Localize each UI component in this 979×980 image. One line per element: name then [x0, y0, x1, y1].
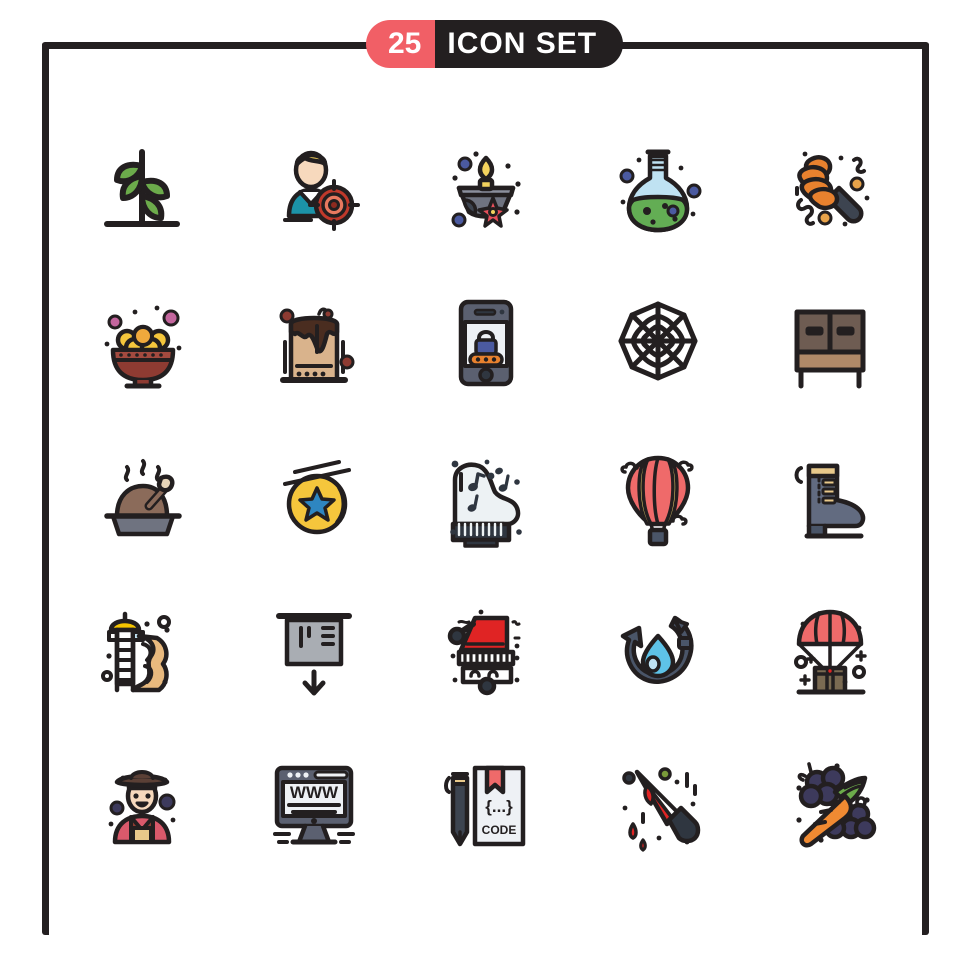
icon-cell-20[interactable] — [744, 572, 916, 726]
page-title: ICON SET — [435, 20, 624, 68]
icon-grid: WWW {...} CODE — [56, 110, 916, 880]
icon-cell-14[interactable] — [572, 418, 744, 572]
sweets-bowl-icon — [104, 305, 182, 389]
header-badge: 25 ICON SET — [366, 20, 624, 68]
icon-cell-23[interactable]: {...} CODE — [400, 726, 572, 880]
icon-cell-25[interactable] — [744, 726, 916, 880]
parachute-delivery-icon — [794, 609, 867, 695]
boot-icon — [794, 463, 866, 539]
bloody-knife-icon — [622, 767, 701, 852]
water-recycle-icon — [620, 615, 694, 684]
icon-cell-13[interactable] — [400, 418, 572, 572]
chemistry-flask-icon — [619, 149, 702, 233]
icon-count: 25 — [366, 20, 436, 68]
roast-turkey-icon — [104, 459, 182, 537]
icon-cell-7[interactable] — [228, 264, 400, 418]
icon-cell-22[interactable]: WWW — [228, 726, 400, 880]
icon-cell-1[interactable] — [56, 110, 228, 264]
star-coin-icon — [283, 460, 351, 535]
farmer-icon — [108, 770, 176, 845]
icon-cell-11[interactable] — [56, 418, 228, 572]
hot-air-balloon-icon — [620, 455, 694, 547]
icon-cell-16[interactable] — [56, 572, 228, 726]
honey-dipper-icon — [795, 151, 870, 227]
icon-cell-12[interactable] — [228, 418, 400, 572]
code-label-text: CODE — [482, 823, 517, 837]
playground-slide-icon — [101, 611, 171, 693]
icon-cell-24[interactable] — [572, 726, 744, 880]
icon-cell-19[interactable] — [572, 572, 744, 726]
cabinet-drawers-icon — [794, 309, 866, 389]
icon-cell-2[interactable] — [228, 110, 400, 264]
icon-cell-3[interactable] — [400, 110, 572, 264]
projector-screen-icon — [276, 613, 352, 696]
code-braces-text: {...} — [485, 797, 513, 816]
icon-cell-4[interactable] — [572, 110, 744, 264]
spider-web-icon — [618, 301, 698, 381]
car-wash-icon — [447, 609, 521, 696]
plant-sprout-icon — [104, 149, 180, 227]
icon-cell-17[interactable] — [228, 572, 400, 726]
website-monitor-icon: WWW — [273, 765, 355, 845]
icon-cell-9[interactable] — [572, 264, 744, 418]
icon-cell-5[interactable] — [744, 110, 916, 264]
icon-cell-21[interactable] — [56, 726, 228, 880]
carrot-grapes-icon — [796, 762, 877, 848]
icon-cell-18[interactable] — [400, 572, 572, 726]
icon-cell-10[interactable] — [744, 264, 916, 418]
icon-set-poster: 25 ICON SET WWW {...} CODE — [0, 0, 979, 980]
icon-cell-8[interactable] — [400, 264, 572, 418]
icon-cell-15[interactable] — [744, 418, 916, 572]
mobile-password-icon — [458, 299, 514, 387]
chocolate-cake-icon — [279, 307, 355, 383]
diya-lamp-icon — [451, 151, 521, 228]
code-document-icon: {...} CODE — [444, 765, 526, 847]
icon-cell-6[interactable] — [56, 264, 228, 418]
monitor-www-text: WWW — [290, 783, 339, 802]
target-audience-icon — [283, 150, 360, 231]
grand-piano-icon — [450, 459, 522, 548]
